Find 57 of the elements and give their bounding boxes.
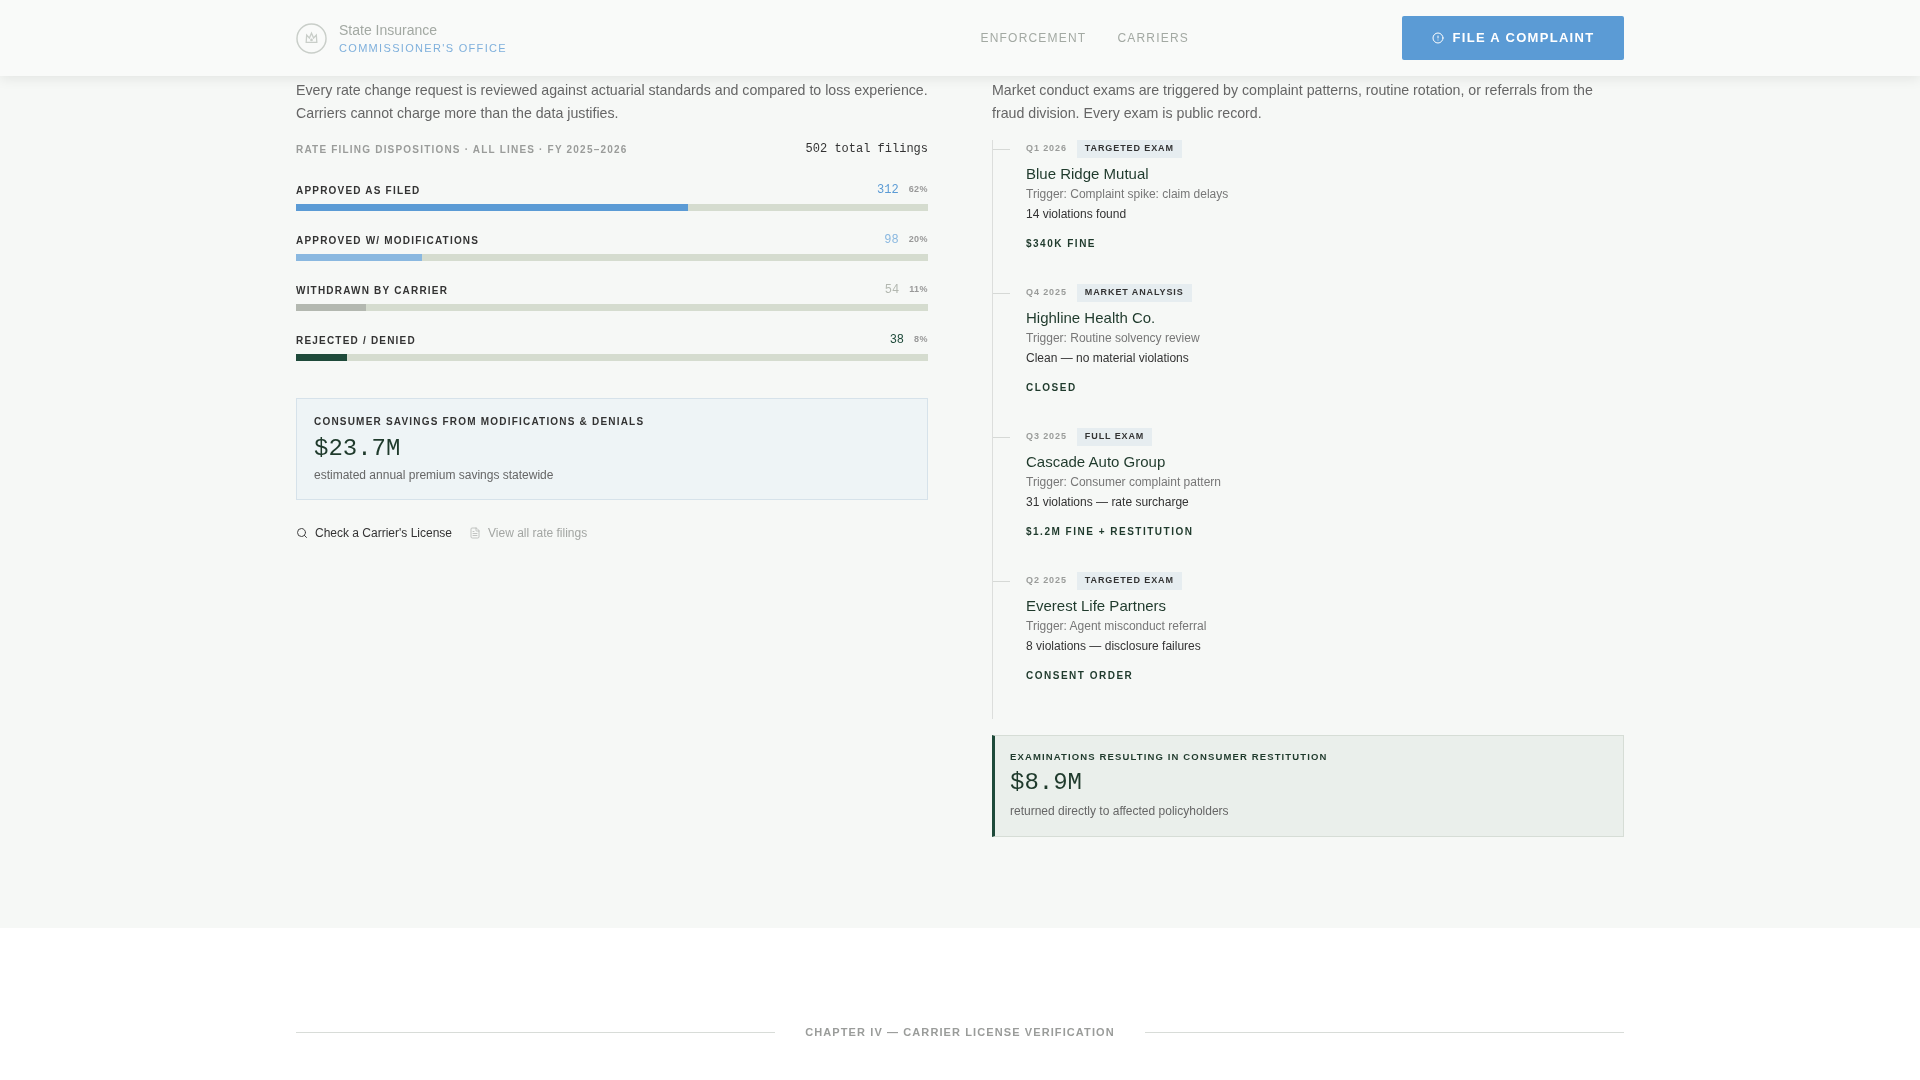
nav-link[interactable]: CARRIERS xyxy=(1117,29,1189,47)
restitution-note: returned directly to affected policyholders xyxy=(1010,803,1230,820)
exam-trigger: Trigger: Consumer complaint pattern xyxy=(1026,474,1221,491)
exam-type-tag: MARKET ANALYSIS xyxy=(1076,284,1192,302)
chart-heading: RATE FILING DISPOSITIONS · ALL LINES · FY 2025–2026 xyxy=(296,142,628,157)
filing-percent: 8% xyxy=(914,333,928,347)
file-complaint-button[interactable]: FILE A COMPLAINT xyxy=(1402,16,1624,60)
filing-percent: 11% xyxy=(909,283,928,297)
disposition-label: APPROVED W/ MODIFICATIONS xyxy=(296,233,480,248)
carrier-name: Everest Life Partners xyxy=(1026,596,1168,616)
exam-trigger: Trigger: Agent misconduct referral xyxy=(1026,618,1207,635)
exam-outcome: CLOSED xyxy=(1026,380,1078,394)
chapter-heading: CHAPTER IV — CARRIER LICENSE VERIFICATION xyxy=(805,1024,1115,1040)
exam-date: Q2 2025 xyxy=(1026,574,1067,588)
exam-type-tag: TARGETED EXAM xyxy=(1076,140,1182,158)
filing-count: 54 xyxy=(884,282,900,299)
exam-result: 31 violations — rate surcharge xyxy=(1026,494,1190,511)
restitution-title: EXAMINATIONS RESULTING IN CONSUMER RESTITUTION xyxy=(1010,750,1329,764)
document-icon xyxy=(469,527,481,539)
exam-result: 8 violations — disclosure failures xyxy=(1026,638,1202,655)
search-icon xyxy=(296,527,308,539)
text-link[interactable]: Check a Carrier's License xyxy=(296,524,452,542)
filing-percent: 62% xyxy=(908,183,928,197)
carrier-name: Blue Ridge Mutual xyxy=(1026,164,1150,184)
total-filings: 502 total filings xyxy=(805,141,928,158)
savings-title: CONSUMER SAVINGS FROM MODIFICATIONS & DENIALS xyxy=(314,414,646,428)
savings-note: estimated annual premium savings statewide xyxy=(314,467,555,484)
filing-percent: 20% xyxy=(908,233,928,247)
exam-trigger: Trigger: Complaint spike: claim delays xyxy=(1026,186,1229,203)
alert-icon xyxy=(1431,32,1444,44)
exam-outcome: CONSENT ORDER xyxy=(1026,668,1135,682)
disposition-label: WITHDRAWN BY CARRIER xyxy=(296,283,449,298)
exam-date: Q1 2026 xyxy=(1026,142,1067,156)
site-title: State Insurance xyxy=(339,20,439,40)
exam-type-tag: TARGETED EXAM xyxy=(1076,572,1182,590)
exam-result: Clean — no material violations xyxy=(1026,350,1190,367)
restitution-amount: $8.9M xyxy=(1010,769,1083,797)
carrier-name: Cascade Auto Group xyxy=(1026,452,1167,472)
exam-result: 14 violations found xyxy=(1026,206,1128,223)
exam-type-tag: FULL EXAM xyxy=(1076,428,1153,446)
filing-count: 312 xyxy=(877,182,899,199)
nav-link[interactable]: ENFORCEMENT xyxy=(980,29,1087,47)
exam-outcome: $340K FINE xyxy=(1026,236,1098,250)
disposition-label: REJECTED / DENIED xyxy=(296,333,416,348)
intro-paragraph: Every rate change request is reviewed against actuarial standards and compared to loss experience. Carriers cannot charge more than the data justifies. xyxy=(296,81,928,123)
carrier-name: Highline Health Co. xyxy=(1026,308,1157,328)
savings-amount: $23.7M xyxy=(314,435,402,463)
site-subtitle: COMMISSIONER'S OFFICE xyxy=(339,40,507,56)
intro-paragraph: Market conduct exams are triggered by complaint patterns, routine rotation, or referrals from the fraud division. Every exam is public record. xyxy=(992,81,1594,123)
filing-count: 98 xyxy=(884,232,899,249)
filing-count: 38 xyxy=(889,332,905,349)
exam-trigger: Trigger: Routine solvency review xyxy=(1026,330,1200,347)
exam-date: Q3 2025 xyxy=(1026,430,1067,444)
disposition-label: APPROVED AS FILED xyxy=(296,183,421,198)
emblem-icon xyxy=(296,22,327,54)
exam-date: Q4 2025 xyxy=(1026,286,1067,300)
exam-outcome: $1.2M FINE + RESTITUTION xyxy=(1026,524,1195,538)
